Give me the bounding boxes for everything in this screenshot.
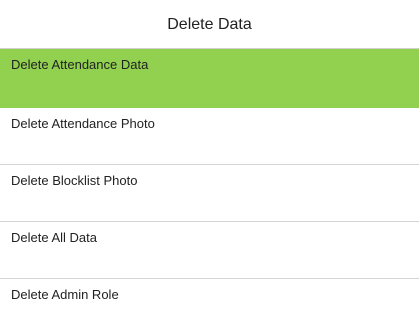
menu-item-delete-all-data[interactable]: Delete All Data bbox=[0, 222, 419, 279]
menu-item-delete-blocklist-photo[interactable]: Delete Blocklist Photo bbox=[0, 165, 419, 222]
menu-item-delete-attendance-photo[interactable]: Delete Attendance Photo bbox=[0, 108, 419, 165]
menu-item-delete-attendance-data[interactable]: Delete Attendance Data bbox=[0, 49, 419, 108]
menu-item-delete-admin-role[interactable]: Delete Admin Role bbox=[0, 279, 419, 336]
menu-list: Delete Attendance Data Delete Attendance… bbox=[0, 49, 419, 336]
delete-data-screen: Delete Data Delete Attendance Data Delet… bbox=[0, 0, 419, 336]
page-title: Delete Data bbox=[0, 0, 419, 49]
